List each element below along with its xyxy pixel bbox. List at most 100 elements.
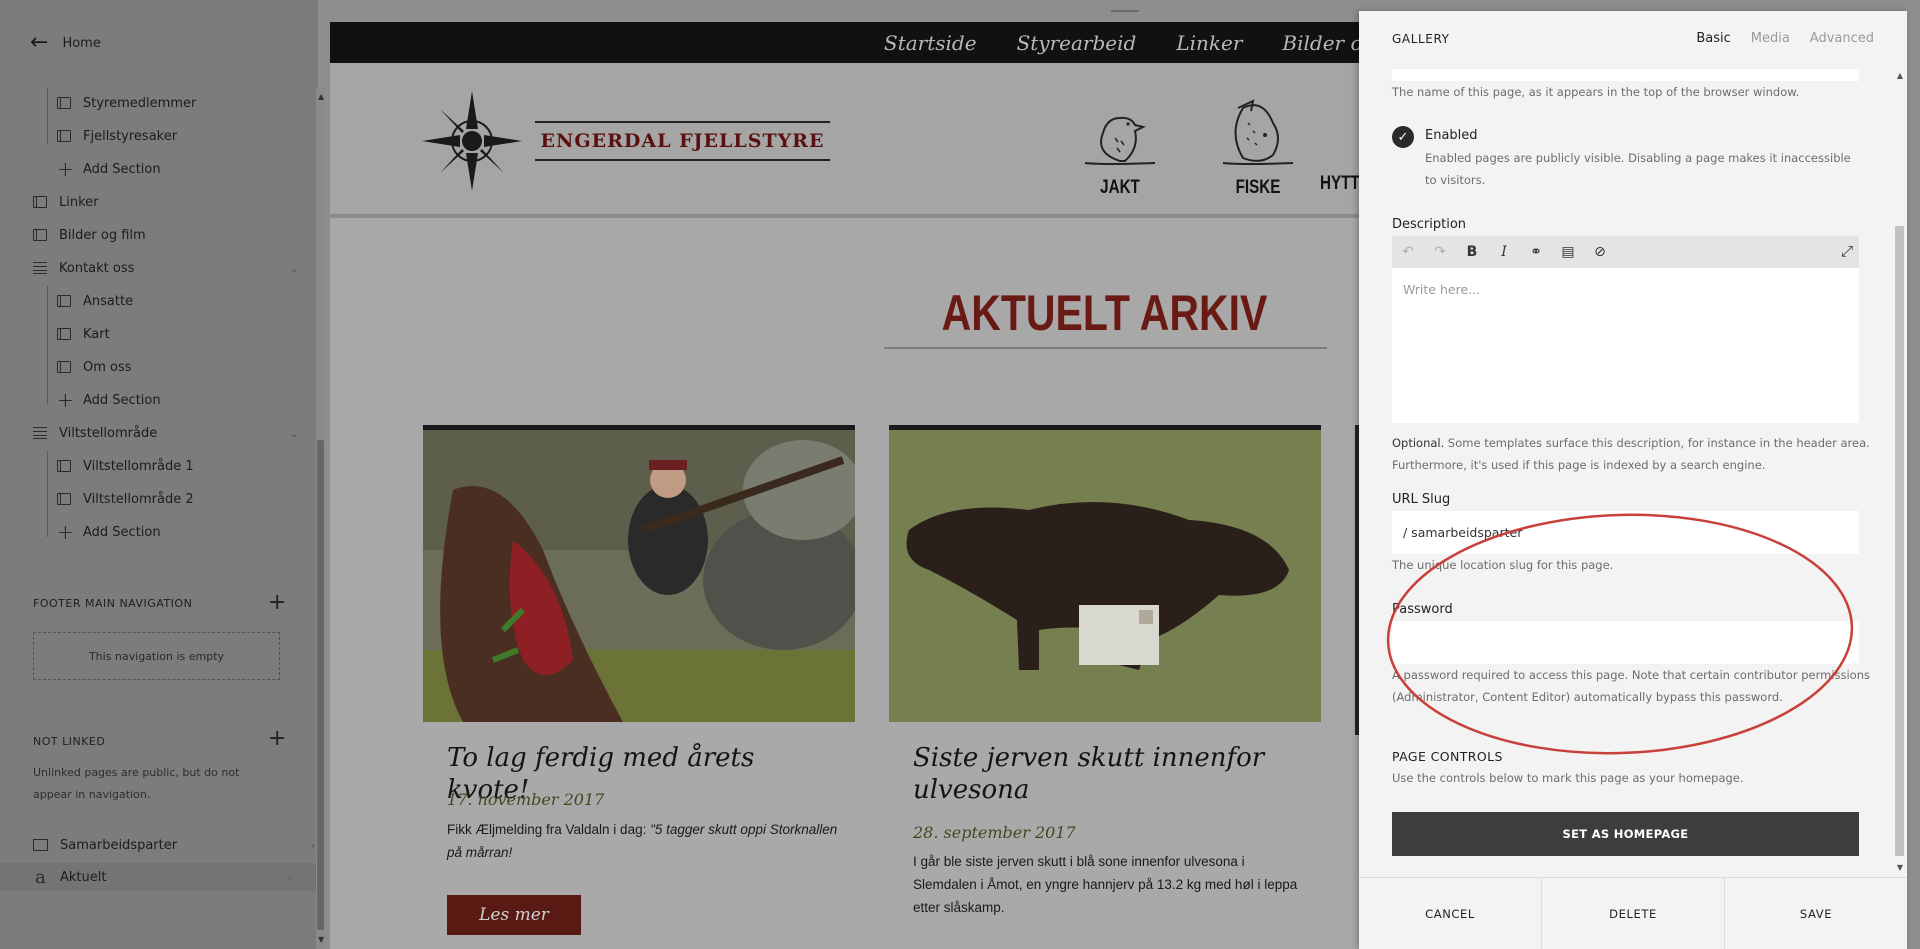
fish-icon — [1222, 99, 1294, 165]
sidebar-item-label: Ansatte — [83, 293, 134, 309]
password-input[interactable] — [1392, 621, 1859, 664]
site-nav-bilder-og-film[interactable]: Bilder og film — [1282, 31, 1360, 55]
compass-logo-icon[interactable] — [422, 91, 522, 191]
article-title[interactable]: Siste jerven skutt innenfor ulvesona — [913, 742, 1303, 806]
page-icon — [57, 328, 71, 340]
save-button[interactable]: SAVE — [1725, 878, 1907, 949]
sidebar-item-label: Aktuelt — [60, 869, 107, 885]
set-as-homepage-button[interactable]: SET AS HOMEPAGE — [1392, 812, 1859, 856]
page-icon — [33, 229, 47, 241]
site-nav-linker[interactable]: Linker — [1176, 31, 1242, 55]
tab-media[interactable]: Media — [1751, 31, 1790, 46]
article-card[interactable]: Siste jerven skutt innenfor ulvesona 28.… — [889, 425, 1321, 949]
page-icon — [57, 460, 71, 472]
page-name-input[interactable] — [1392, 69, 1859, 81]
folder-icon — [33, 427, 47, 439]
header-link-label: JAKT — [1100, 177, 1140, 198]
add-section-button[interactable]: + Add Section — [57, 155, 347, 183]
gallery-icon — [33, 839, 48, 851]
article-date: 28. september 2017 — [913, 823, 1076, 842]
sidebar-item-om-oss[interactable]: Om oss — [57, 353, 347, 381]
url-slug-input[interactable]: / samarbeidsparter — [1392, 511, 1859, 554]
header-link-hytt[interactable]: HYTT — [1320, 93, 1360, 195]
paste-icon[interactable]: ▤ — [1552, 244, 1584, 260]
sidebar-item-ansatte[interactable]: Ansatte — [57, 287, 347, 315]
scroll-down-arrow-icon[interactable]: ▼ — [318, 935, 324, 944]
sidebar-item-label: Fjellstyresaker — [83, 128, 178, 144]
sidebar-item-label: Add Section — [83, 161, 161, 177]
sidebar-item-label: Bilder og film — [59, 227, 146, 243]
sidebar-item-label: Kontakt oss — [59, 260, 135, 276]
sidebar-item-kontakt-oss[interactable]: Kontakt oss ⌄ — [33, 254, 323, 282]
add-section-button[interactable]: + Add Section — [57, 518, 347, 546]
site-nav-styrearbeid[interactable]: Styrearbeid — [1017, 31, 1137, 55]
header-link-label: FISKE — [1235, 177, 1281, 198]
add-section-button[interactable]: + Add Section — [57, 386, 347, 414]
sidebar-item-samarbeidsparter[interactable]: Samarbeidsparter › — [33, 831, 323, 859]
header-link-label: HYTT — [1320, 173, 1360, 194]
sidebar-item-viltstellområde-2[interactable]: Viltstellområde 2 — [57, 485, 347, 513]
add-footer-nav-icon[interactable]: + — [268, 592, 286, 614]
article-card[interactable]: To lag ferdig med årets kvote! 17. novem… — [423, 425, 863, 949]
article-excerpt: I går ble siste jerven skutt i blå sone … — [913, 854, 1298, 915]
title-divider — [884, 347, 1327, 349]
clear-format-icon[interactable]: ⊘ — [1584, 244, 1616, 260]
enabled-checkbox[interactable]: ✓ — [1392, 126, 1414, 148]
bold-icon[interactable]: B — [1456, 244, 1488, 260]
empty-navigation-placeholder: This navigation is empty — [33, 632, 280, 680]
sidebar-item-styremedlemmer[interactable]: Styremedlemmer — [57, 89, 347, 117]
preview-drag-handle[interactable] — [1111, 10, 1139, 12]
plus-icon: + — [57, 157, 74, 181]
article-excerpt-lead: Fikk Æljmelding fra Valdaln i dag: — [447, 822, 651, 837]
site-main-nav: Startside Styrearbeid Linker Bilder og f… — [330, 22, 1360, 63]
tab-basic[interactable]: Basic — [1696, 31, 1730, 46]
article-excerpt: Fikk Æljmelding fra Valdaln i dag: "5 ta… — [447, 818, 842, 864]
sidebar-item-kart[interactable]: Kart — [57, 320, 347, 348]
sidebar-item-label: Add Section — [83, 524, 161, 540]
panel-scroll-thumb[interactable] — [1895, 226, 1904, 856]
add-unlinked-page-icon[interactable]: + — [268, 728, 286, 750]
site-logo-text[interactable]: ENGERDAL FJELLSTYRE — [535, 121, 830, 161]
delete-button[interactable]: DELETE — [1542, 878, 1725, 949]
redo-icon[interactable]: ↷ — [1424, 244, 1456, 260]
page-title: AKTUELT ARKIV — [941, 285, 1268, 341]
link-icon[interactable]: ⚭ — [1520, 244, 1552, 260]
plus-icon: + — [57, 520, 74, 544]
page-icon — [57, 97, 71, 109]
sidebar-item-label: Kart — [83, 326, 110, 342]
cabin-icon — [1320, 93, 1360, 173]
url-slug-help: The unique location slug for this page. — [1392, 558, 1614, 572]
chevron-down-icon[interactable]: ⌄ — [290, 262, 299, 275]
footer-nav-heading: FOOTER MAIN NAVIGATION — [33, 597, 193, 610]
read-more-button[interactable]: Les mer — [447, 895, 581, 935]
site-nav-startside[interactable]: Startside — [884, 31, 977, 55]
sidebar-item-viltstellområde[interactable]: Viltstellområde ⌄ — [33, 419, 323, 447]
sidebar-item-fjellstyresaker[interactable]: Fjellstyresaker — [57, 122, 347, 150]
sidebar-item-label: Add Section — [83, 392, 161, 408]
sidebar-scroll-thumb[interactable] — [317, 440, 324, 930]
scroll-up-arrow-icon[interactable]: ▲ — [1897, 71, 1903, 80]
page-controls-heading: PAGE CONTROLS — [1392, 749, 1503, 764]
tab-advanced[interactable]: Advanced — [1810, 31, 1874, 46]
password-help: A password required to access this page.… — [1392, 668, 1870, 704]
not-linked-description: Unlinked pages are public, but do not ap… — [33, 766, 240, 801]
scroll-up-arrow-icon[interactable]: ▲ — [318, 92, 324, 101]
sidebar-item-linker[interactable]: Linker — [33, 188, 323, 216]
page-icon — [57, 295, 71, 307]
expand-icon[interactable]: ⤢ — [1841, 242, 1853, 260]
sidebar-item-label: Viltstellområde 1 — [83, 458, 194, 474]
undo-icon[interactable]: ↶ — [1392, 244, 1424, 260]
italic-icon[interactable]: I — [1488, 244, 1520, 260]
description-editor[interactable]: Write here... — [1392, 268, 1859, 423]
password-label: Password — [1392, 602, 1453, 617]
chevron-down-icon[interactable]: ⌄ — [290, 427, 299, 440]
sidebar-item-viltstellområde-1[interactable]: Viltstellområde 1 — [57, 452, 347, 480]
sidebar-item-bilder-og-film[interactable]: Bilder og film — [33, 221, 323, 249]
cancel-button[interactable]: CANCEL — [1359, 878, 1542, 949]
home-link[interactable]: ← Home — [30, 30, 101, 56]
header-link-jakt[interactable]: JAKT — [1065, 93, 1175, 199]
header-link-fiske[interactable]: FISKE — [1203, 93, 1313, 199]
scroll-down-arrow-icon[interactable]: ▼ — [1897, 863, 1903, 872]
sidebar-item-aktuelt[interactable]: a Aktuelt › — [0, 863, 318, 891]
panel-footer: CANCEL DELETE SAVE — [1359, 877, 1907, 949]
